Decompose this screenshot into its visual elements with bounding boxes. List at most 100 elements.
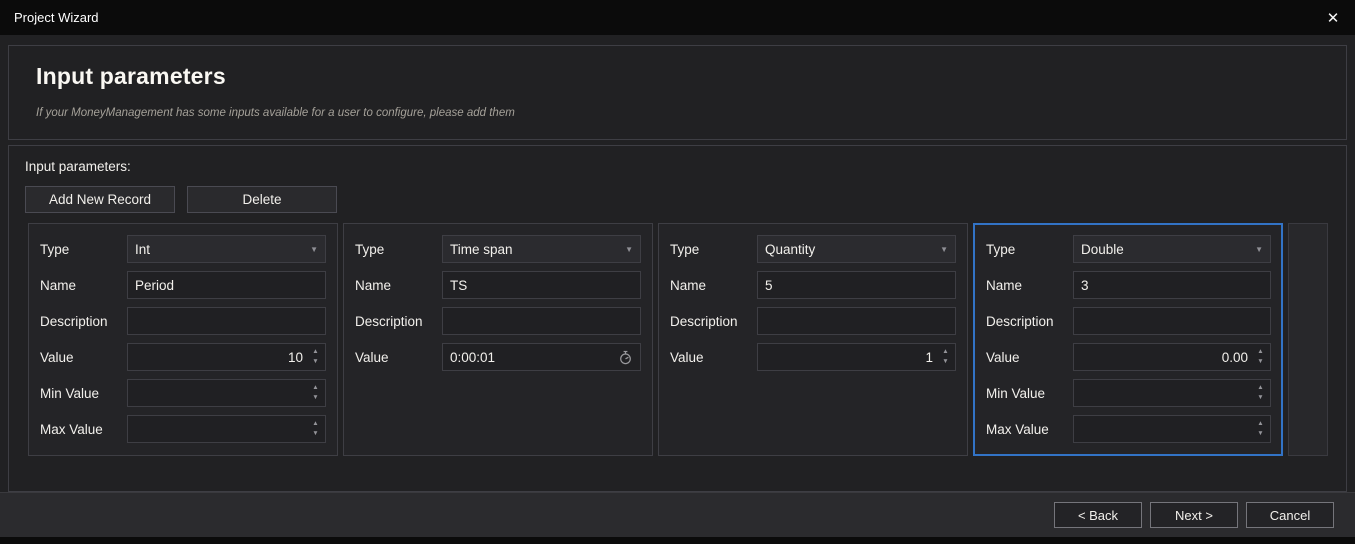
type-dropdown[interactable]: Time span▼ [442, 235, 641, 263]
name-input[interactable]: TS [442, 271, 641, 299]
chevron-down-icon: ▼ [1255, 245, 1263, 254]
name-input[interactable]: Period [127, 271, 326, 299]
field-value: Time span [450, 242, 513, 257]
field-value: 3 [1081, 278, 1089, 293]
description-input[interactable] [757, 307, 956, 335]
field-value: 10 [288, 350, 303, 365]
field-row: Description [355, 307, 641, 335]
spinner-control[interactable]: ▲▼ [1254, 421, 1267, 437]
spinner-down-icon[interactable]: ▼ [309, 359, 322, 366]
name-input[interactable]: 3 [1073, 271, 1271, 299]
field-value: Double [1081, 242, 1124, 257]
toolbar: Add New Record Delete [25, 186, 337, 213]
field-label: Name [986, 278, 1073, 293]
description-input[interactable] [442, 307, 641, 335]
spinner-up-icon[interactable]: ▲ [939, 349, 952, 356]
spinner-down-icon[interactable]: ▼ [939, 359, 952, 366]
field-label: Description [355, 314, 442, 329]
name-input[interactable]: 5 [757, 271, 956, 299]
parameter-card-4[interactable]: TypeDouble▼Name3DescriptionValue0.00▲▼Mi… [973, 223, 1283, 456]
parameters-label: Input parameters: [25, 159, 131, 174]
spinner-down-icon[interactable]: ▼ [1254, 395, 1267, 402]
close-button[interactable]: ✕ [1311, 0, 1355, 35]
field-row: NamePeriod [40, 271, 326, 299]
value-input[interactable]: 10▲▼ [127, 343, 326, 371]
field-label: Type [670, 242, 757, 257]
field-row: Min Value▲▼ [40, 379, 326, 407]
min-value-input[interactable]: ▲▼ [1073, 379, 1271, 407]
spinner-control[interactable]: ▲▼ [309, 421, 322, 437]
spinner-up-icon[interactable]: ▲ [1254, 421, 1267, 428]
field-row: Description [670, 307, 956, 335]
field-row: Max Value▲▼ [40, 415, 326, 443]
spinner-up-icon[interactable]: ▲ [309, 349, 322, 356]
delete-button[interactable]: Delete [187, 186, 337, 213]
field-label: Name [355, 278, 442, 293]
field-label: Min Value [986, 386, 1073, 401]
field-row: Max Value▲▼ [986, 415, 1271, 443]
field-label: Name [40, 278, 127, 293]
field-label: Type [355, 242, 442, 257]
field-label: Value [355, 350, 442, 365]
next-button[interactable]: Next > [1150, 502, 1238, 528]
max-value-input[interactable]: ▲▼ [1073, 415, 1271, 443]
spinner-control[interactable]: ▲▼ [1254, 349, 1267, 365]
field-row: Min Value▲▼ [986, 379, 1271, 407]
parameter-card-2[interactable]: TypeTime span▼NameTSDescriptionValue0:00… [343, 223, 653, 456]
type-dropdown[interactable]: Int ▼ [127, 235, 326, 263]
field-label: Type [40, 242, 127, 257]
field-value: 0:00:01 [450, 350, 495, 365]
title-bar: Project Wizard ✕ [0, 0, 1355, 35]
field-row: Description [40, 307, 326, 335]
field-value: 1 [925, 350, 933, 365]
description-input[interactable] [127, 307, 326, 335]
value-input[interactable]: 0:00:01 [442, 343, 641, 371]
page-subtitle: If your MoneyManagement has some inputs … [36, 107, 1346, 119]
parameter-card-3[interactable]: TypeQuantity▼Name5DescriptionValue1▲▼ [658, 223, 968, 456]
field-label: Description [40, 314, 127, 329]
spinner-down-icon[interactable]: ▼ [309, 395, 322, 402]
spinner-down-icon[interactable]: ▼ [309, 431, 322, 438]
type-dropdown[interactable]: Double ▼ [1073, 235, 1271, 263]
field-value: 0.00 [1222, 350, 1248, 365]
spinner-up-icon[interactable]: ▲ [309, 385, 322, 392]
min-value-input[interactable]: ▲▼ [127, 379, 326, 407]
field-row: Description [986, 307, 1271, 335]
field-row: Type Int ▼ [40, 235, 326, 263]
field-row: TypeQuantity▼ [670, 235, 956, 263]
field-label: Name [670, 278, 757, 293]
cancel-button[interactable]: Cancel [1246, 502, 1334, 528]
max-value-input[interactable]: ▲▼ [127, 415, 326, 443]
field-label: Min Value [40, 386, 127, 401]
value-input[interactable]: 0.00▲▼ [1073, 343, 1271, 371]
field-row: TypeTime span▼ [355, 235, 641, 263]
spinner-down-icon[interactable]: ▼ [1254, 359, 1267, 366]
field-label: Value [670, 350, 757, 365]
bottom-edge [0, 537, 1355, 544]
spinner-up-icon[interactable]: ▲ [1254, 349, 1267, 356]
parameter-card-1[interactable]: TypeInt▼NamePeriodDescriptionValue10▲▼Mi… [28, 223, 338, 456]
spinner-up-icon[interactable]: ▲ [309, 421, 322, 428]
spinner-control[interactable]: ▲▼ [1254, 385, 1267, 401]
back-button[interactable]: < Back [1054, 502, 1142, 528]
spinner-control[interactable]: ▲▼ [309, 385, 322, 401]
type-dropdown[interactable]: Quantity▼ [757, 235, 956, 263]
field-value: Int [135, 242, 150, 257]
spinner-down-icon[interactable]: ▼ [1254, 431, 1267, 438]
field-label: Description [986, 314, 1073, 329]
spinner-up-icon[interactable]: ▲ [1254, 385, 1267, 392]
description-input[interactable] [1073, 307, 1271, 335]
chevron-down-icon: ▼ [310, 245, 318, 254]
add-new-record-button[interactable]: Add New Record [25, 186, 175, 213]
clock-icon[interactable] [618, 350, 633, 365]
field-row: Value10▲▼ [40, 343, 326, 371]
spinner-control[interactable]: ▲▼ [309, 349, 322, 365]
partial-next-card [1288, 223, 1328, 456]
spinner-control[interactable]: ▲▼ [939, 349, 952, 365]
field-value: Quantity [765, 242, 815, 257]
field-label: Type [986, 242, 1073, 257]
field-row: Name 3 [986, 271, 1271, 299]
field-row: Value 0:00:01 [355, 343, 641, 371]
window-title: Project Wizard [0, 10, 99, 25]
value-input[interactable]: 1▲▼ [757, 343, 956, 371]
